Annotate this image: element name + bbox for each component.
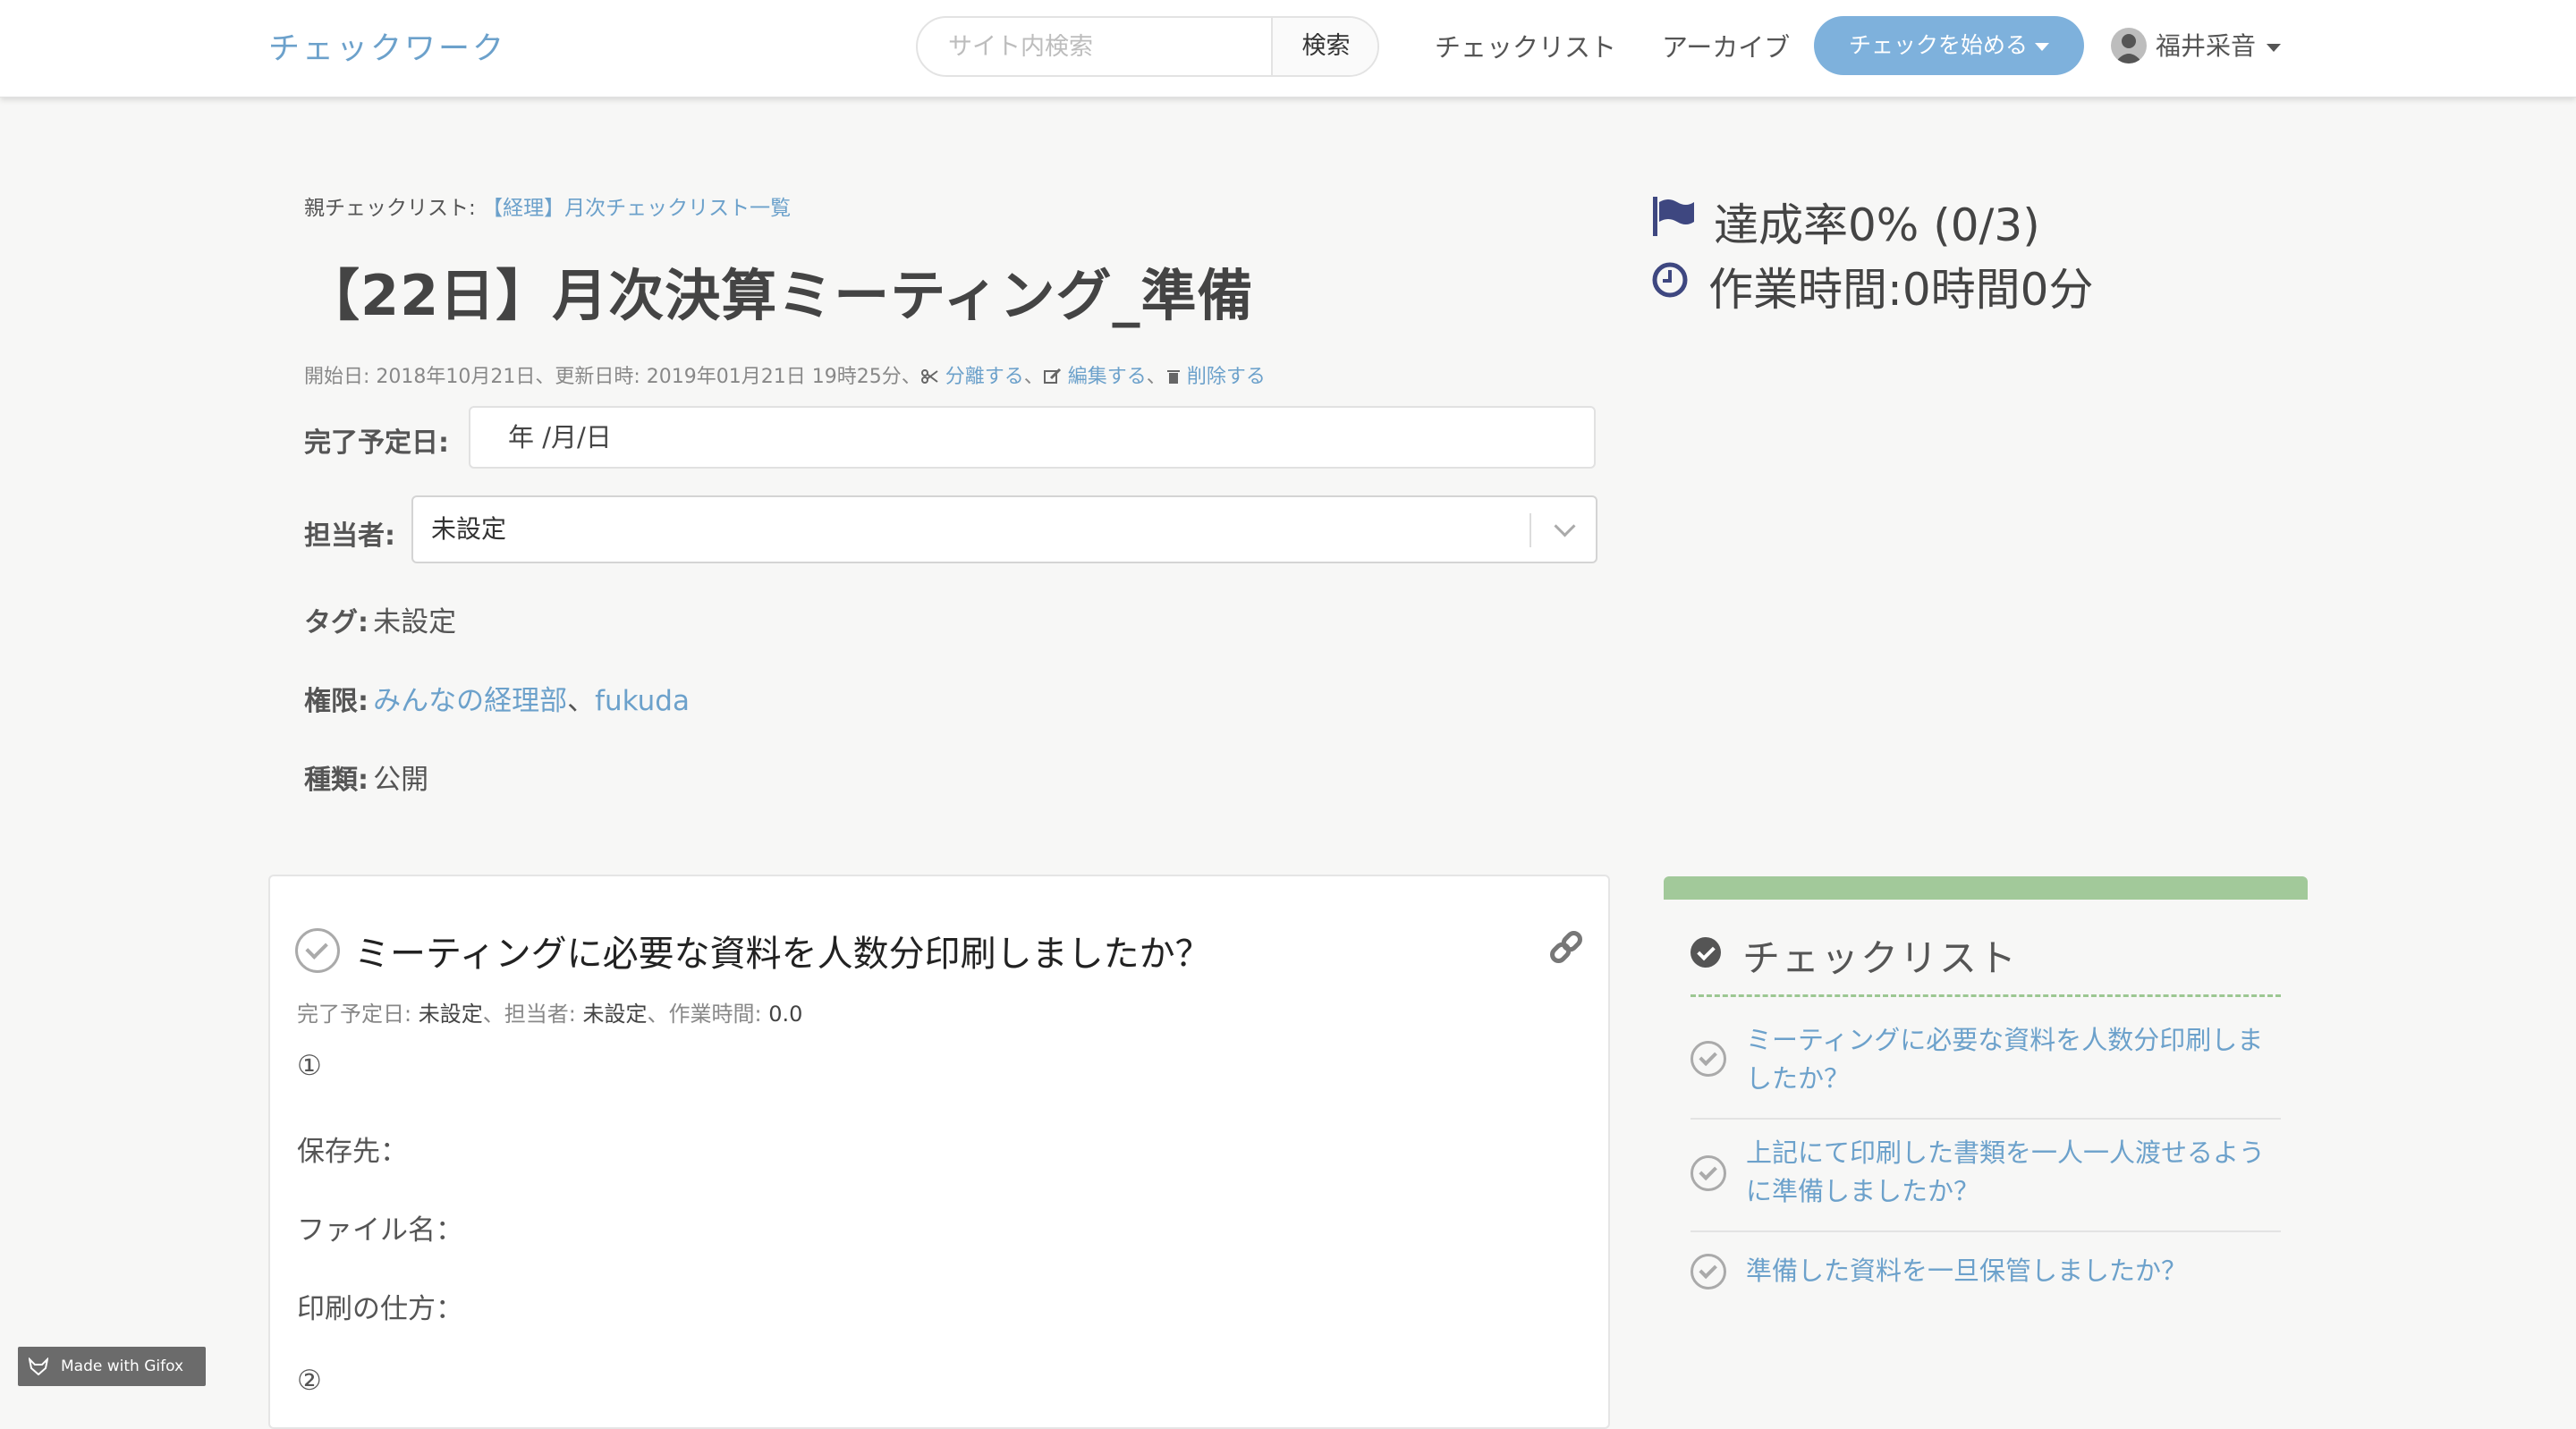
item-time-label: 作業時間: [668, 1002, 762, 1027]
check-circle-icon[interactable] [1690, 1155, 1726, 1191]
site-search: 検索 [916, 16, 1379, 77]
nav-link-checklist[interactable]: チェックリスト [1435, 27, 1616, 64]
sidebar-item-label[interactable]: 準備した資料を一旦保管しましたか？ [1746, 1252, 2274, 1290]
flag-icon [1653, 197, 1694, 236]
item-time-value: 0.0 [768, 1002, 803, 1027]
assignee-select[interactable]: 未設定 [411, 495, 1597, 563]
permission-label: 権限: [304, 686, 369, 717]
sidebar-item[interactable]: 上記にて印刷した書類を一人一人渡せるように準備しましたか？ [1690, 1134, 2281, 1232]
tag-label: タグ: [304, 607, 369, 638]
permission-link-fukuda[interactable]: fukuda [595, 685, 690, 717]
search-button[interactable]: 検索 [1271, 18, 1377, 75]
item-assignee-label: 担当者: [504, 1002, 576, 1027]
checklist-meta: 開始日: 2018年10月21日、更新日時: 2019年01月21日 19時25… [304, 366, 1266, 388]
caret-down-icon [2035, 42, 2049, 51]
nav-link-archive[interactable]: アーカイブ [1662, 27, 1790, 64]
link-icon[interactable] [1547, 928, 1585, 966]
type-row: 種類: 公開 [304, 757, 428, 797]
top-navbar: チェックワーク 検索 チェックリスト アーカイブ チェックを始める 福井采音 [0, 0, 2576, 97]
detach-link[interactable]: 分離する [945, 366, 1024, 388]
item-line: 保存先： [297, 1136, 408, 1168]
assignee-value: 未設定 [431, 514, 507, 544]
type-value: 公開 [373, 764, 429, 796]
parent-checklist-link[interactable]: 【経理】月次チェックリスト一覧 [482, 197, 791, 220]
brand-logo[interactable]: チェックワーク [268, 23, 506, 69]
scissors-icon [920, 369, 938, 384]
work-time: 作業時間:0時間0分 [1708, 264, 2094, 316]
item-due-label: 完了予定日: [297, 1002, 412, 1027]
gifox-label: Made with Gifox [61, 1357, 184, 1375]
tag-row: タグ: 未設定 [304, 599, 456, 639]
item-title: ミーティングに必要な資料を人数分印刷しましたか？ [354, 934, 1211, 975]
sidebar-item[interactable]: 準備した資料を一旦保管しましたか？ [1690, 1252, 2281, 1309]
sidebar-accent-bar [1664, 876, 2308, 900]
meta-dates: 開始日: 2018年10月21日、更新日時: 2019年01月21日 19時25… [304, 366, 921, 388]
check-item-card: ミーティングに必要な資料を人数分印刷しましたか？ 完了予定日: 未設定、担当者:… [268, 875, 1610, 1429]
item-line: ファイル名： [297, 1214, 463, 1247]
item-line: ② [297, 1365, 322, 1397]
tag-value: 未設定 [373, 606, 457, 638]
caret-down-icon [2267, 43, 2282, 52]
parent-label: 親チェックリスト: [304, 197, 476, 220]
due-date-label: 完了予定日: [304, 427, 449, 459]
user-name: 福井采音 [2156, 31, 2257, 61]
delete-link[interactable]: 削除する [1187, 366, 1266, 388]
parent-checklist: 親チェックリスト: 【経理】月次チェックリスト一覧 [304, 190, 791, 221]
page-title: 【22日】月次決算ミーティング_準備 [304, 263, 1254, 328]
item-line: ① [297, 1050, 322, 1082]
permission-row: 権限: みんなの経理部、fukuda [304, 685, 690, 717]
sidebar-item-label[interactable]: 上記にて印刷した書類を一人一人渡せるように準備しましたか？ [1746, 1134, 2274, 1211]
assignee-label: 担当者: [304, 520, 395, 552]
sidebar-item[interactable]: ミーティングに必要な資料を人数分印刷しましたか？ [1690, 1021, 2281, 1120]
search-input[interactable] [918, 18, 1271, 75]
type-label: 種類: [304, 765, 369, 796]
start-check-button[interactable]: チェックを始める [1814, 16, 2084, 75]
item-due-value: 未設定 [418, 1002, 483, 1027]
item-meta: 完了予定日: 未設定、担当者: 未設定、作業時間: 0.0 [297, 1002, 803, 1027]
item-line: 印刷の仕方： [297, 1293, 463, 1325]
check-circle-icon[interactable] [295, 928, 340, 973]
select-divider [1530, 513, 1531, 547]
chevron-down-icon [1554, 515, 1576, 537]
achievement-rate: 達成率0% (0/3) [1714, 199, 2040, 251]
gifox-badge: Made with Gifox [18, 1347, 206, 1386]
check-circle-icon [1690, 937, 1721, 968]
gifox-icon [29, 1357, 48, 1375]
sidebar-item-label[interactable]: ミーティングに必要な資料を人数分印刷しましたか？ [1746, 1021, 2274, 1098]
check-circle-icon[interactable] [1690, 1041, 1726, 1077]
sidebar-title: チェックリスト [1742, 936, 2019, 980]
sidebar-checklist: チェックリスト ミーティングに必要な資料を人数分印刷しましたか？ 上記にて印刷し… [1664, 876, 2308, 1341]
edit-link[interactable]: 編集する [1068, 366, 1147, 388]
user-menu[interactable]: 福井采音 [2156, 27, 2282, 63]
sidebar-divider [1690, 994, 2281, 997]
edit-icon [1043, 368, 1061, 384]
due-date-input[interactable]: 年 /月/日 [469, 406, 1596, 469]
item-assignee-value: 未設定 [582, 1002, 648, 1027]
trash-icon [1166, 370, 1180, 384]
avatar[interactable] [2111, 28, 2147, 63]
start-check-label: チェックを始める [1848, 32, 2028, 58]
permission-link-accounting[interactable]: みんなの経理部 [373, 685, 567, 717]
check-circle-icon[interactable] [1690, 1254, 1726, 1289]
clock-icon [1652, 262, 1688, 298]
